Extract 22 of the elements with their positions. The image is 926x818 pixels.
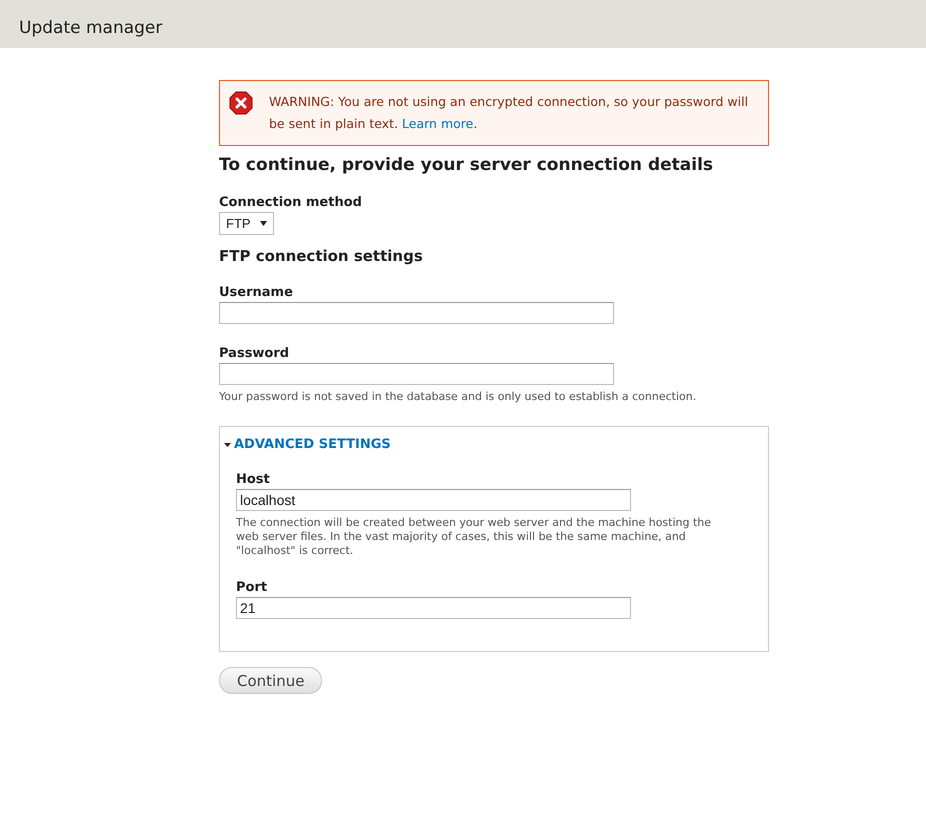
form-heading: To continue, provide your server connection details (219, 155, 714, 175)
learn-more-link[interactable]: Learn more (402, 116, 474, 131)
dropdown-arrow-icon (260, 221, 267, 226)
warning-text: WARNING: You are not using an encrypted connection, so your password will be sent in plain text. Learn more. (269, 93, 750, 133)
field-description: The connection will be created between your web server and the machine hosting the web server files. In the vast majority of cases, this will be the same machine, and "localhost" is correct. (236, 516, 712, 558)
text-field[interactable]: localhost (236, 489, 631, 511)
text-field[interactable] (219, 302, 614, 324)
section-heading: FTP connection settings (219, 247, 424, 265)
caret-icon (224, 441, 231, 448)
text-field[interactable]: 21 (236, 597, 631, 619)
advanced-settings-toggle[interactable]: ADVANCED SETTINGS (224, 437, 753, 452)
continue-button[interactable]: Continue (219, 667, 322, 694)
error-icon (229, 91, 253, 115)
field-label: Password (219, 346, 290, 361)
connection-method-select[interactable]: FTP (219, 212, 274, 235)
page-title: Update manager (19, 17, 164, 39)
field-label: Host (236, 472, 271, 487)
text-field[interactable] (219, 363, 614, 385)
field-label: Username (219, 285, 294, 300)
field-label: Connection method (219, 195, 363, 210)
field-label: Port (236, 580, 268, 595)
field-description: Your password is not saved in the database and is only used to establish a connection. (219, 390, 698, 404)
